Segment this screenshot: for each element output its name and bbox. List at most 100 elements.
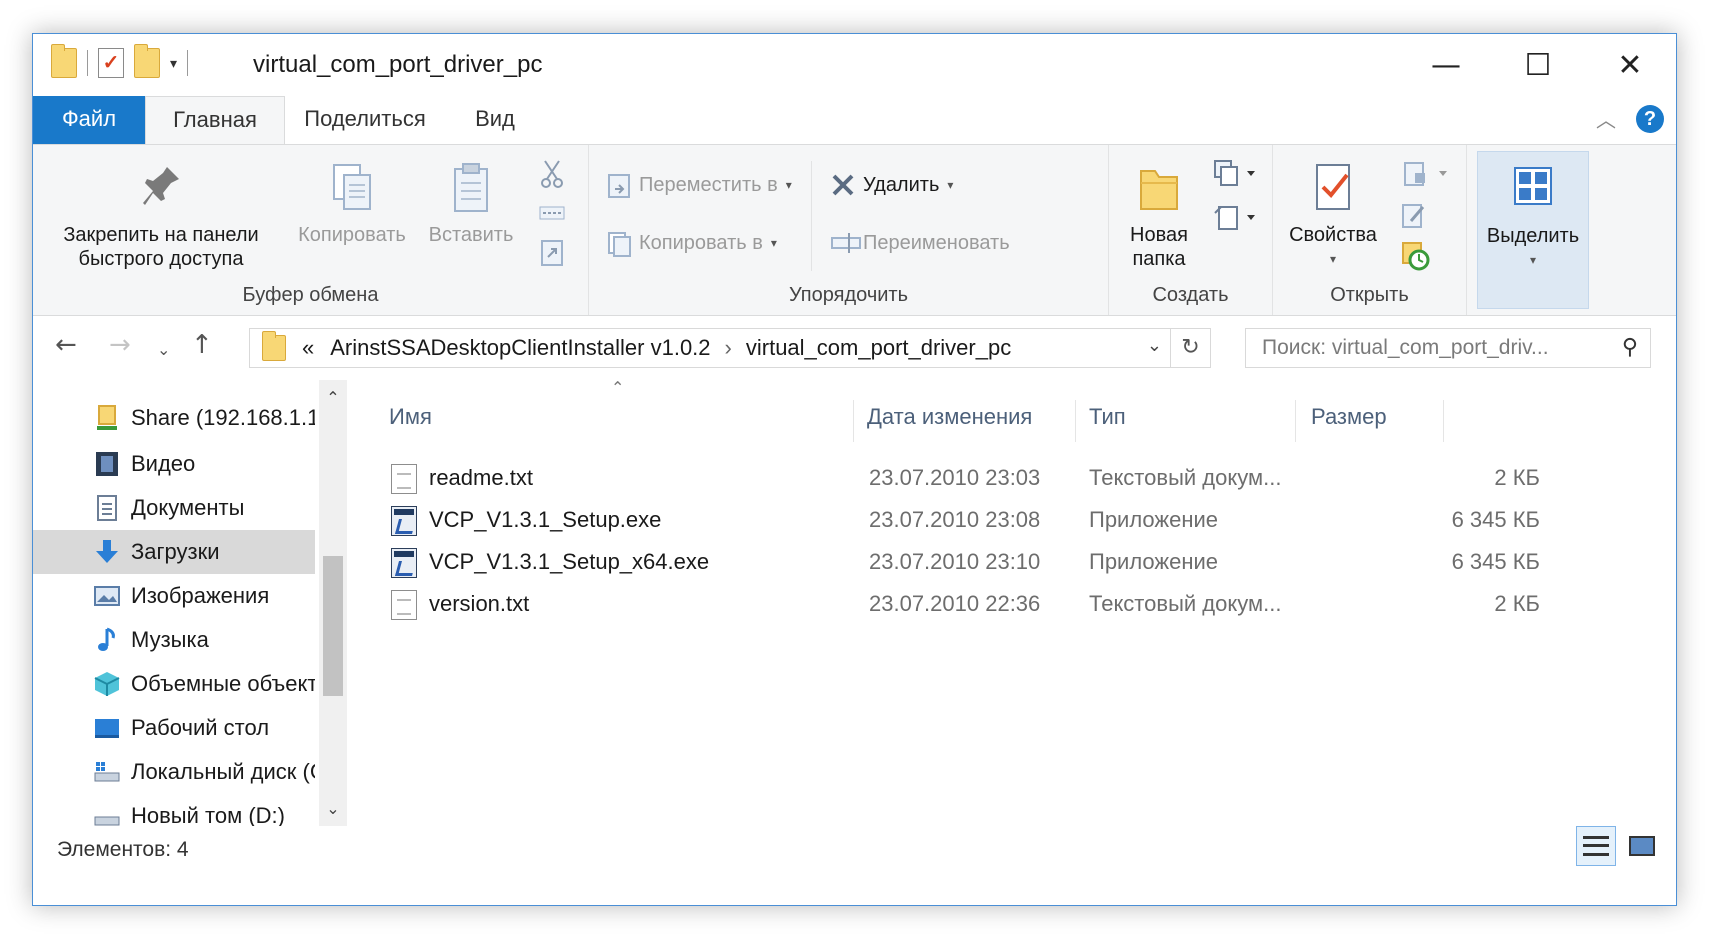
file-type: Приложение [1089,507,1219,532]
tab-home[interactable]: Главная [145,96,285,145]
copy-label: Копировать [298,224,406,246]
column-header-date[interactable]: Дата изменения [867,394,1077,440]
customize-qat-icon[interactable]: ▾ [170,55,177,72]
column-divider[interactable] [853,400,854,442]
file-date: 23.07.2010 23:10 [869,549,1041,574]
nav-item-local-disk[interactable]: Локальный диск (C:) [33,750,315,794]
cut-icon[interactable] [539,159,565,188]
nav-item-video[interactable]: Видео [33,442,315,486]
new-folder-label-line2: папка [1132,248,1186,270]
file-size: 6 345 КБ [1451,549,1540,574]
breadcrumb-overflow[interactable]: « [302,335,314,361]
recent-locations-icon[interactable]: ⌄ [157,340,170,359]
move-to-dropdown-icon: ▾ [785,178,792,192]
exe-file-icon [391,548,417,578]
file-row[interactable]: VCP_V1.3.1_Setup.exe 23.07.2010 23:08 Пр… [351,500,1676,540]
nav-item-pictures[interactable]: Изображения [33,574,315,618]
edit-icon[interactable] [1401,201,1427,228]
large-icons-view-button[interactable] [1622,826,1662,866]
nav-item-3d-objects[interactable]: Объемные объекты [33,662,315,706]
documents-icon [93,494,121,522]
nav-item-label: Рабочий стол [131,715,270,740]
ribbon-home: Закрепить на панели быстрого доступа Коп… [33,144,1676,316]
back-arrow-icon[interactable]: ← [55,330,77,360]
nav-pane-scrollbar[interactable]: ⌃ ⌄ [319,380,347,826]
properties-qat-icon[interactable]: ✓ [98,48,124,78]
nav-item-label: Локальный диск (C:) [131,759,315,784]
maximize-button[interactable]: ☐ [1492,34,1584,96]
navigation-bar: ← → ⌄ ↑ « ArinstSSADesktopClientInstalle… [33,316,1676,380]
file-row[interactable]: version.txt 23.07.2010 22:36 Текстовый д… [351,584,1676,624]
file-row[interactable]: VCP_V1.3.1_Setup_x64.exe 23.07.2010 23:1… [351,542,1676,582]
breadcrumb-item[interactable]: virtual_com_port_driver_pc [746,335,1011,361]
pin-label-line1: Закрепить на панели [63,224,259,246]
window-controls: — ☐ ✕ [1400,34,1676,96]
column-divider[interactable] [1295,400,1296,442]
refresh-icon[interactable]: ↻ [1170,329,1210,367]
qat-divider [187,50,189,76]
new-folder-qat-icon[interactable] [134,44,160,78]
file-list: ⌃ Имя Дата изменения Тип Размер readme.t… [351,378,1676,826]
scroll-down-icon[interactable]: ⌄ [319,799,347,818]
forward-arrow-icon[interactable]: → [109,330,131,360]
help-icon[interactable]: ? [1636,104,1664,133]
column-divider[interactable] [1075,400,1076,442]
tab-view[interactable]: Вид [445,96,545,144]
history-icon[interactable] [1401,241,1430,271]
scroll-up-icon[interactable]: ⌃ [319,388,347,407]
nav-item-label: Объемные объекты [131,671,315,696]
address-bar[interactable]: « ArinstSSADesktopClientInstaller v1.0.2… [249,328,1211,368]
scroll-thumb[interactable] [323,556,343,696]
file-type: Текстовый докум... [1089,465,1282,490]
breadcrumb-item[interactable]: ArinstSSADesktopClientInstaller v1.0.2 [330,335,710,361]
breadcrumb-separator[interactable]: › [725,335,732,361]
nav-item-documents[interactable]: Документы [33,486,315,530]
copy-to-button[interactable]: Копировать в ▾ [607,231,777,257]
column-divider[interactable] [1443,400,1444,442]
properties-button[interactable]: Свойства ▾ [1281,155,1385,271]
up-arrow-icon[interactable]: ↑ [191,330,213,360]
close-button[interactable]: ✕ [1584,34,1676,96]
nav-item-label: Музыка [131,627,209,652]
rename-button[interactable]: Переименовать [831,231,1010,255]
nav-item-volume[interactable]: Новый том (D:) [33,794,315,826]
nav-item-share[interactable]: Share (192.168.1.1) [33,396,315,440]
collapse-ribbon-icon[interactable]: ︿ [1596,104,1616,133]
delete-button[interactable]: Удалить ▾ [831,173,953,197]
nav-item-label: Новый том (D:) [131,803,285,826]
file-row[interactable]: readme.txt 23.07.2010 23:03 Текстовый до… [351,458,1676,498]
easy-access-icon[interactable] [1213,203,1259,230]
select-button[interactable]: Выделить ▾ [1478,156,1588,272]
tab-share[interactable]: Поделиться [285,96,445,144]
rename-label: Переименовать [863,231,1010,254]
copy-path-icon[interactable] [539,203,565,229]
search-input[interactable]: Поиск: virtual_com_port_driv... ⚲ [1245,328,1651,368]
column-header-type[interactable]: Тип [1089,394,1289,440]
nav-item-music[interactable]: Музыка [33,618,315,662]
local-disk-icon [93,758,121,786]
nav-item-downloads[interactable]: Загрузки [33,530,315,574]
tab-file[interactable]: Файл [33,96,145,144]
new-item-icon[interactable] [1213,159,1259,186]
item-count: Элементов: 4 [57,838,189,861]
paste-button[interactable]: Вставить [419,155,523,247]
nav-item-desktop[interactable]: Рабочий стол [33,706,315,750]
minimize-button[interactable]: — [1400,34,1492,96]
pin-to-quick-access-button[interactable]: Закрепить на панели быстрого доступа [43,155,279,271]
move-to-button[interactable]: Переместить в ▾ [607,173,792,198]
column-header-size[interactable]: Размер [1311,394,1451,440]
paste-shortcut-icon[interactable] [539,237,565,266]
details-view-button[interactable] [1576,826,1616,866]
file-name: VCP_V1.3.1_Setup_x64.exe [429,549,710,574]
address-history-dropdown-icon[interactable]: ⌄ [1147,335,1162,356]
copy-to-icon [607,231,631,257]
file-size: 6 345 КБ [1451,507,1540,532]
copy-to-label: Копировать в [639,231,763,254]
column-header-name[interactable]: Имя [389,394,829,440]
search-icon[interactable]: ⚲ [1622,329,1638,367]
copy-button[interactable]: Копировать [289,155,415,247]
new-folder-button[interactable]: Новая папка [1119,155,1199,271]
open-with-icon[interactable] [1401,159,1451,186]
folder-icon[interactable] [51,44,77,78]
move-to-label: Переместить в [639,173,778,196]
